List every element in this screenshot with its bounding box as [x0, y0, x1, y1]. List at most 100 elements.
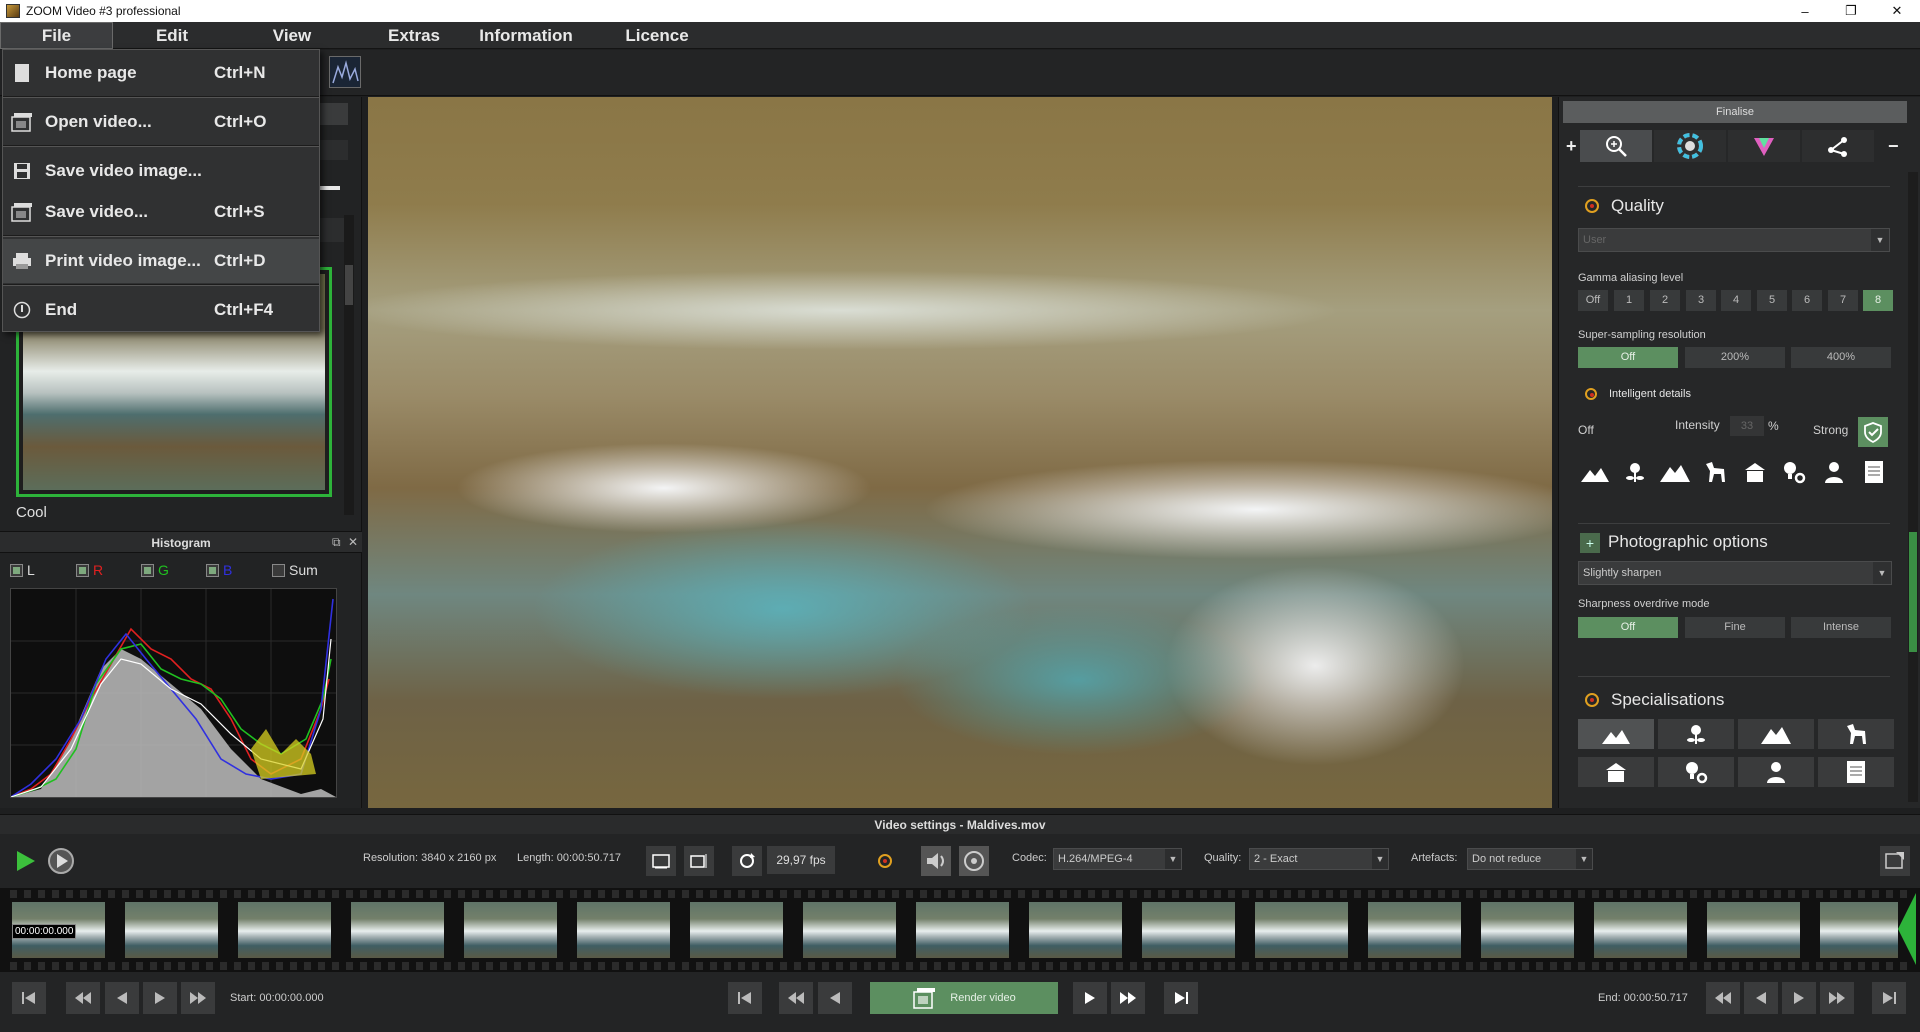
menu-edit[interactable]: Edit [113, 22, 231, 49]
preset-scrollbar[interactable] [344, 215, 354, 515]
gamma-1[interactable]: 1 [1614, 290, 1644, 311]
timeline-frame[interactable] [125, 902, 218, 958]
timeline-frame[interactable] [1255, 902, 1348, 958]
go-end-button[interactable] [1164, 982, 1198, 1014]
step-back-button-2[interactable] [818, 982, 852, 1014]
portrait-button[interactable] [1818, 456, 1850, 488]
video-preview[interactable] [368, 97, 1552, 808]
spec-building-button[interactable] [1578, 757, 1654, 787]
tab-prism[interactable] [1728, 130, 1800, 162]
audio-button[interactable] [921, 846, 951, 876]
horse-button[interactable] [1699, 456, 1731, 488]
building-button[interactable] [1739, 456, 1771, 488]
tab-nodes[interactable] [1802, 130, 1874, 162]
menu-item-print-video-image[interactable]: Print video image... Ctrl+D [3, 239, 319, 283]
menu-extras[interactable]: Extras [353, 22, 475, 49]
timeline-frame[interactable] [1481, 902, 1574, 958]
menu-item-open-video[interactable]: Open video... Ctrl+O [3, 100, 319, 144]
timeline-frame[interactable] [803, 902, 896, 958]
reset-icon[interactable] [1585, 693, 1599, 707]
reset-fps-button[interactable] [870, 846, 900, 876]
close-icon[interactable]: ✕ [348, 535, 358, 549]
menu-file[interactable]: File [0, 22, 113, 49]
timeline-filmstrip[interactable] [0, 888, 1920, 972]
menu-item-end[interactable]: End Ctrl+F4 [3, 288, 319, 332]
reset-icon[interactable] [1585, 199, 1599, 213]
step-forward-button-2[interactable] [1073, 982, 1107, 1014]
timeline-frame[interactable] [351, 902, 444, 958]
tab-zoom[interactable] [1580, 130, 1652, 162]
panel-control[interactable] [320, 140, 348, 160]
end-fast-back-button[interactable] [1706, 982, 1740, 1014]
supersampling-400[interactable]: 400% [1791, 347, 1891, 368]
codec-select[interactable]: H.264/MPEG-4 ▼ [1053, 848, 1182, 870]
spec-flower-button[interactable] [1658, 719, 1734, 749]
mountain-button[interactable] [1659, 456, 1691, 488]
fast-back-button[interactable] [66, 982, 100, 1014]
quality-preset-select[interactable]: User ▼ [1578, 228, 1890, 252]
timeline-frame[interactable] [916, 902, 1009, 958]
channel-l-checkbox[interactable]: L [10, 562, 35, 578]
overdrive-off[interactable]: Off [1578, 617, 1678, 638]
gamma-2[interactable]: 2 [1650, 290, 1680, 311]
overdrive-fine[interactable]: Fine [1685, 617, 1785, 638]
intensity-value[interactable]: 33 [1730, 416, 1764, 436]
fps-sync-button[interactable] [732, 846, 762, 876]
quality-select[interactable]: 2 - Exact ▼ [1249, 848, 1389, 870]
supersampling-200[interactable]: 200% [1685, 347, 1785, 368]
histogram-graph-button[interactable] [329, 56, 361, 88]
play-button[interactable] [10, 846, 40, 876]
go-start-button-2[interactable] [728, 982, 762, 1014]
end-marker[interactable] [1898, 893, 1916, 965]
right-scrollbar[interactable] [1908, 172, 1918, 802]
overdrive-intense[interactable]: Intense [1791, 617, 1891, 638]
fit-width-button[interactable] [646, 846, 676, 876]
timeline-frame[interactable] [577, 902, 670, 958]
end-go-end-button[interactable] [1872, 982, 1906, 1014]
end-step-back-button[interactable] [1744, 982, 1778, 1014]
timeline-frame[interactable] [1368, 902, 1461, 958]
sharpen-select[interactable]: Slightly sharpen ▼ [1578, 561, 1892, 585]
go-start-button[interactable] [12, 982, 46, 1014]
gamma-7[interactable]: 7 [1828, 290, 1858, 311]
timeline-frame[interactable] [1820, 902, 1898, 958]
quality-section-title[interactable]: Quality [1585, 196, 1664, 216]
spec-landscape-button[interactable] [1578, 719, 1654, 749]
fast-back-button-2[interactable] [779, 982, 813, 1014]
end-step-forward-button[interactable] [1782, 982, 1816, 1014]
fps-value[interactable]: 29,97 fps [767, 846, 835, 874]
timeline-frame[interactable] [464, 902, 557, 958]
timeline-frame[interactable] [1142, 902, 1235, 958]
intelligent-details-title[interactable]: Intelligent details [1585, 388, 1691, 400]
menu-item-save-video-image[interactable]: Save video image... [3, 149, 319, 193]
menu-item-home-page[interactable]: Home page Ctrl+N [3, 51, 319, 95]
end-fast-forward-button[interactable] [1820, 982, 1854, 1014]
channel-b-checkbox[interactable]: B [206, 562, 232, 578]
gamma-8[interactable]: 8 [1863, 290, 1893, 311]
menu-item-save-video[interactable]: Save video... Ctrl+S [3, 190, 319, 234]
expand-photo-options[interactable]: + [1580, 533, 1600, 553]
specialisations-title[interactable]: Specialisations [1585, 690, 1724, 710]
timeline-frame[interactable] [690, 902, 783, 958]
spec-portrait-button[interactable] [1738, 757, 1814, 787]
render-video-button[interactable]: Render video [870, 982, 1058, 1014]
menu-licence[interactable]: Licence [607, 22, 707, 49]
artefacts-select[interactable]: Do not reduce ▼ [1467, 848, 1593, 870]
landscape-button[interactable] [1579, 456, 1611, 488]
technology-button[interactable] [1778, 456, 1810, 488]
fast-forward-button-2[interactable] [1111, 982, 1145, 1014]
gamma-3[interactable]: 3 [1686, 290, 1716, 311]
channel-g-checkbox[interactable]: G [141, 562, 169, 578]
supersampling-off[interactable]: Off [1578, 347, 1678, 368]
spec-technology-button[interactable] [1658, 757, 1734, 787]
fit-height-button[interactable] [684, 846, 714, 876]
menu-information[interactable]: Information [475, 22, 577, 49]
flower-button[interactable] [1619, 456, 1651, 488]
intel-toggle-button[interactable] [1858, 417, 1888, 447]
gamma-5[interactable]: 5 [1757, 290, 1787, 311]
fast-forward-button[interactable] [181, 982, 215, 1014]
channel-r-checkbox[interactable]: R [76, 562, 103, 578]
undock-icon[interactable]: ⧉ [332, 535, 341, 550]
minimize-button[interactable]: – [1782, 0, 1828, 22]
timeline-frame[interactable] [238, 902, 331, 958]
